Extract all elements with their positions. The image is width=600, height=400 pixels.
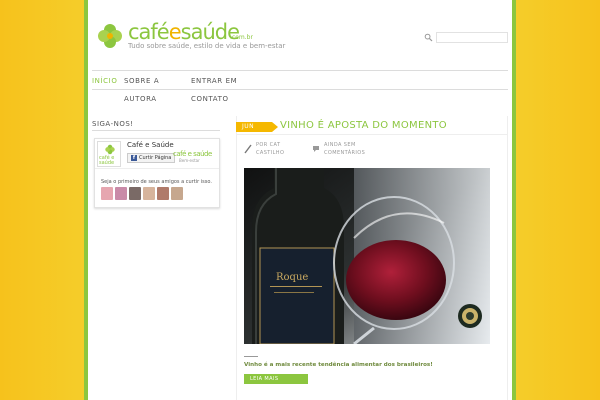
search-input[interactable] [436, 32, 508, 43]
read-more-button[interactable]: LEIA MAIS [244, 374, 308, 384]
post-author-line: POR CAT [256, 142, 281, 148]
sidebar-rule [92, 130, 220, 131]
friend-avatar[interactable] [157, 187, 169, 200]
nav-item-entrar[interactable]: Entrar em [191, 77, 237, 85]
post-date: JUN [242, 123, 255, 130]
nav-mid-rule [92, 89, 508, 90]
clover-logo-icon [98, 24, 122, 48]
friend-avatar[interactable] [143, 187, 155, 200]
comment-bubble-icon [313, 146, 319, 152]
excerpt-divider [244, 356, 258, 357]
search-icon[interactable] [424, 33, 433, 42]
logo-tagline: Tudo sobre saúde, estilo de vida e bem-e… [128, 42, 286, 50]
facebook-like-button[interactable]: f Curtir Página [127, 153, 176, 163]
facebook-friend-faces [101, 187, 217, 201]
post-title[interactable]: VINHO É APOSTA DO MOMENTO [280, 120, 447, 131]
post-featured-image[interactable]: Roque [244, 168, 490, 344]
facebook-cover-logo: café e saúde [173, 150, 212, 158]
facebook-like-label: Curtir Página [139, 155, 172, 161]
post-excerpt: Vinho é a mais recente tendência aliment… [244, 362, 433, 368]
post-author-name: CASTILHO [256, 150, 285, 156]
friend-avatar[interactable] [101, 187, 113, 200]
post-comments-line: AINDA SEM [324, 142, 356, 148]
facebook-cover-tag: Bem-estar [179, 158, 200, 163]
friend-avatar[interactable] [115, 187, 127, 200]
facebook-thumb-text: café e saúde [99, 155, 115, 166]
facebook-like-box: café e saúde Café e Saúde f Curtir Página… [94, 138, 220, 208]
friend-avatar[interactable] [129, 187, 141, 200]
pencil-icon [244, 144, 252, 154]
logo-wordmark: caféesaúde [128, 20, 240, 44]
nav-item-sobre[interactable]: Sobre a [124, 77, 159, 85]
post-title-rule [236, 134, 508, 135]
search-box [424, 32, 508, 44]
friend-avatar[interactable] [171, 187, 183, 200]
post-author[interactable]: POR CAT CASTILHO [256, 141, 284, 157]
nav-item-contato[interactable]: Contato [191, 95, 229, 103]
sidebar-title: Siga-nos! [92, 120, 134, 128]
logo-tld: .com.br [230, 34, 253, 41]
nav-item-inicio[interactable]: Início [92, 77, 117, 85]
nav-item-autora[interactable]: Autora [124, 95, 157, 103]
post-comments-count: COMENTÁRIOS [324, 150, 366, 156]
facebook-box-header: café e saúde Café e Saúde f Curtir Página… [95, 139, 219, 169]
facebook-friends-text: Seja o primeiro de seus amigos a curtir … [101, 179, 212, 185]
wine-photo-graphic: Roque [244, 168, 490, 344]
facebook-f-icon: f [131, 155, 137, 161]
facebook-page-name[interactable]: Café e Saúde [127, 141, 174, 149]
facebook-page-thumbnail[interactable]: café e saúde [97, 141, 121, 167]
post-comments[interactable]: AINDA SEM COMENTÁRIOS [324, 141, 365, 157]
bottle-label-text: Roque [276, 272, 308, 283]
page-container: caféesaúde .com.br Tudo sobre saúde, est… [84, 0, 516, 400]
post-date-tab: JUN [236, 122, 278, 132]
nav-top-rule [92, 70, 508, 71]
clover-thumb-icon [105, 144, 115, 155]
site-logo[interactable]: caféesaúde .com.br Tudo sobre saúde, est… [96, 20, 285, 52]
